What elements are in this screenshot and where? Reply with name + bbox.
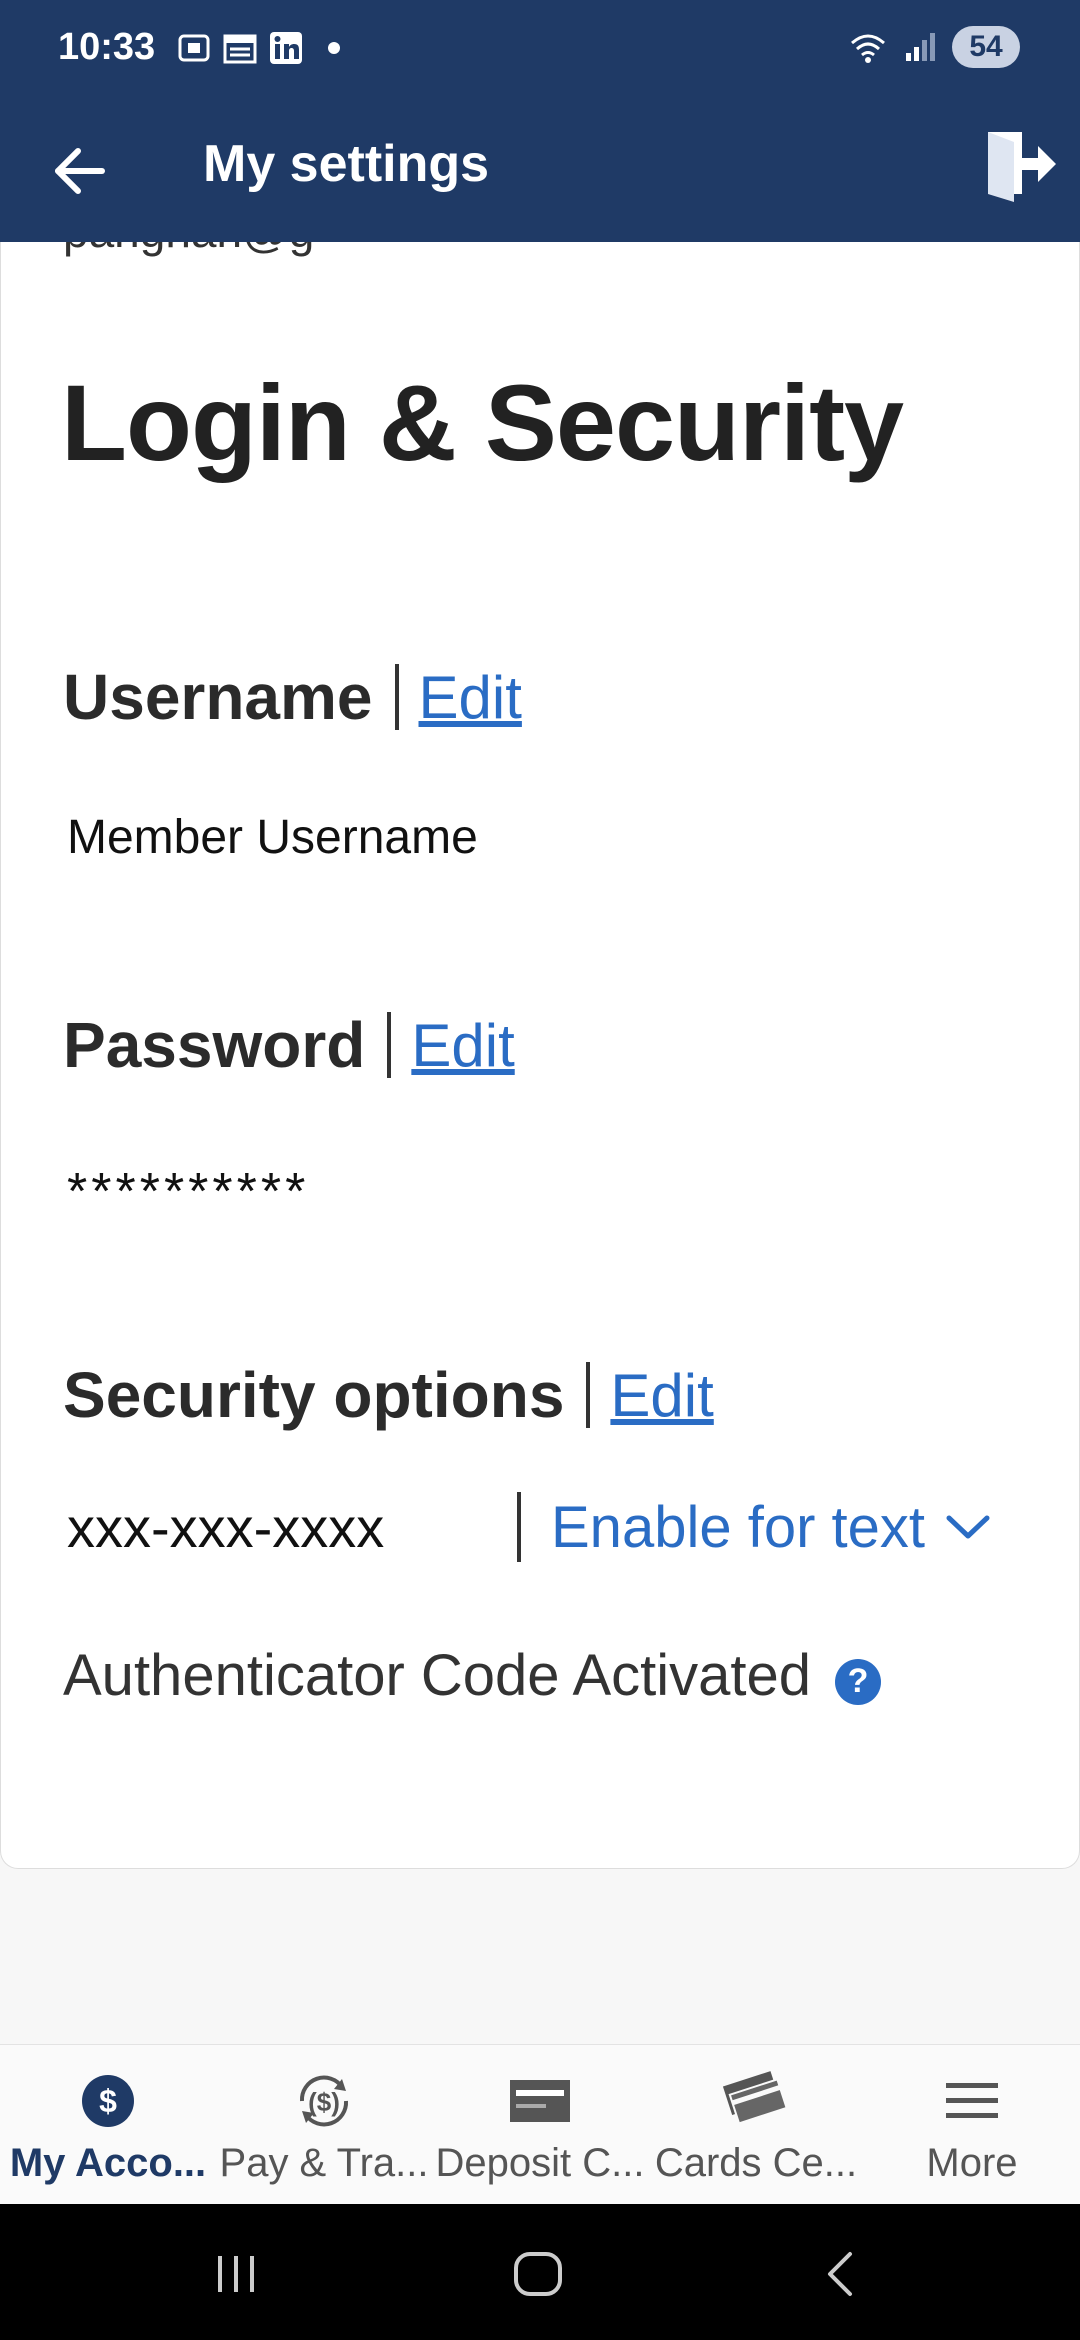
back-arrow-icon[interactable] — [46, 136, 116, 206]
settings-card: panghan@g Login & Security Username Edit… — [0, 242, 1080, 1869]
back-icon[interactable] — [812, 2244, 872, 2304]
linkedin-icon — [270, 32, 302, 64]
status-bar: 10:33 54 — [0, 0, 1080, 100]
password-value: ********** — [67, 1163, 310, 1221]
svg-text:($): ($) — [308, 2087, 340, 2117]
transfer-icon: ($) — [289, 2071, 359, 2131]
nav-label: Deposit C... — [435, 2141, 645, 2185]
divider — [394, 664, 399, 730]
authenticator-row: Authenticator Code Activated ? — [63, 1642, 882, 1709]
divider — [387, 1012, 392, 1078]
page-header-title: My settings — [203, 135, 490, 193]
security-heading: Security options — [63, 1359, 565, 1431]
logout-icon[interactable] — [980, 124, 1060, 204]
divider — [586, 1362, 591, 1428]
status-icons — [176, 30, 340, 66]
username-heading: Username — [63, 661, 373, 733]
phone-value: xxx-xxx-xxxx — [67, 1495, 385, 1559]
authenticator-status: Authenticator Code Activated — [63, 1643, 812, 1708]
nav-label: Pay & Tra... — [219, 2141, 429, 2185]
security-section-heading: Security options Edit — [63, 1358, 714, 1432]
enable-for-text-label: Enable for text — [551, 1494, 925, 1560]
nav-item-my-accounts[interactable]: $ My Acco... — [0, 2071, 216, 2186]
cards-icon — [721, 2071, 791, 2131]
chevron-down-icon — [946, 1515, 990, 1539]
nav-label: More — [926, 2141, 1018, 2185]
svg-text:$: $ — [99, 2083, 117, 2119]
nav-item-more[interactable]: More — [864, 2071, 1080, 2186]
nav-item-pay-transfer[interactable]: ($) Pay & Tra... — [216, 2071, 432, 2186]
enable-for-text-dropdown[interactable]: Enable for text — [551, 1494, 991, 1561]
menu-icon — [937, 2071, 1007, 2131]
password-heading: Password — [63, 1009, 366, 1081]
wifi-icon — [851, 34, 885, 63]
nav-item-deposit-check[interactable]: Deposit C... — [432, 2071, 648, 2186]
recent-apps-icon[interactable] — [206, 2244, 266, 2304]
screenshot-icon — [178, 34, 210, 62]
edit-username-link[interactable]: Edit — [419, 663, 522, 732]
username-value: Member Username — [67, 811, 478, 864]
page-title: Login & Security — [61, 362, 904, 483]
email-cutoff-text: panghan@g — [63, 242, 314, 258]
battery-indicator: 54 — [952, 26, 1020, 68]
divider — [517, 1492, 521, 1562]
edit-password-link[interactable]: Edit — [411, 1011, 514, 1080]
home-icon[interactable] — [508, 2244, 568, 2304]
nav-label: My Acco... — [9, 2141, 207, 2185]
notification-dot — [328, 42, 340, 54]
help-icon[interactable]: ? — [835, 1658, 882, 1705]
nav-item-cards-center[interactable]: Cards Ce... — [648, 2071, 864, 2186]
username-section-heading: Username Edit — [63, 660, 522, 734]
edit-security-link[interactable]: Edit — [610, 1361, 713, 1430]
status-right: 54 — [848, 26, 1020, 68]
check-deposit-icon — [505, 2071, 575, 2131]
dollar-circle-icon: $ — [73, 2071, 143, 2131]
bottom-nav: $ My Acco... ($) Pay & Tra... Deposit C.… — [0, 2044, 1080, 2205]
nav-label: Cards Ce... — [654, 2141, 858, 2185]
signal-icon — [906, 33, 935, 61]
calendar-icon — [223, 34, 257, 64]
system-nav-bar — [0, 2204, 1080, 2340]
app-bar: My settings — [0, 100, 1080, 242]
password-section-heading: Password Edit — [63, 1008, 515, 1082]
phone-row: xxx-xxx-xxxx Enable for text — [67, 1492, 991, 1562]
status-time: 10:33 — [58, 26, 156, 68]
